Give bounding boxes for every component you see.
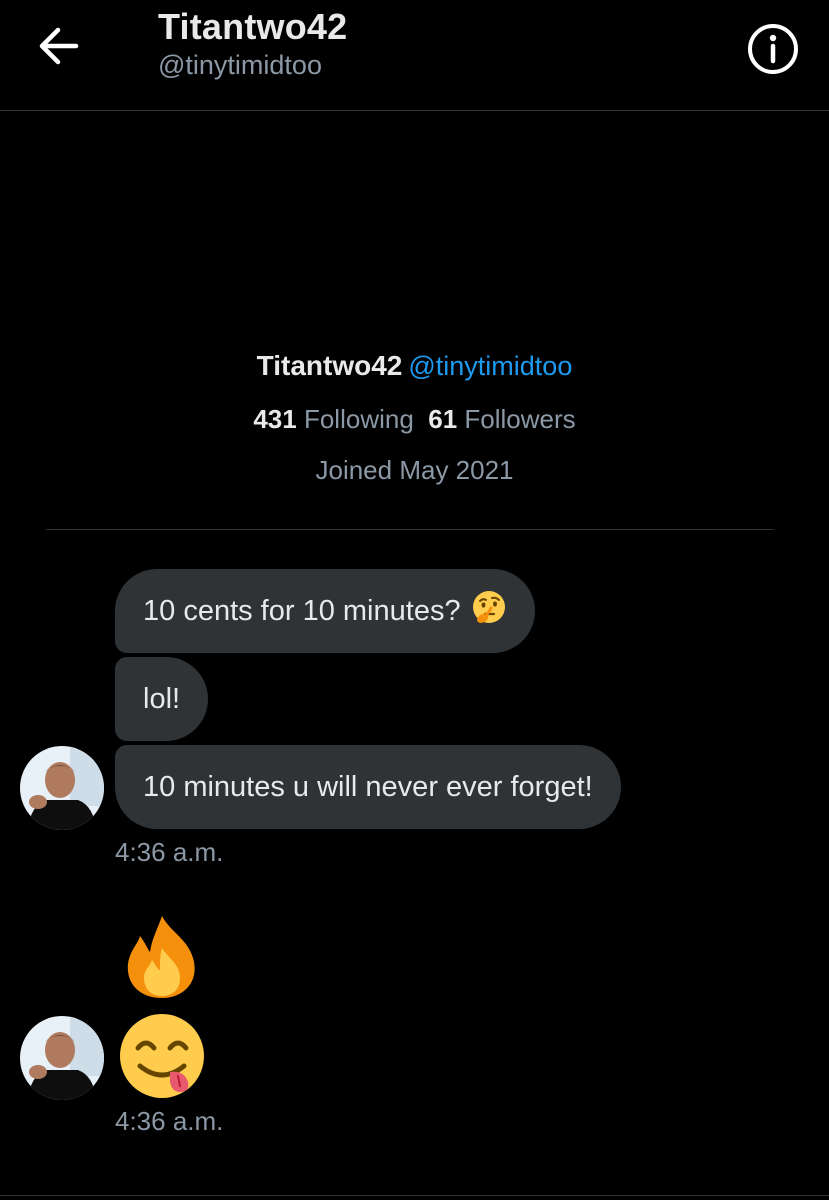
joined-date: Joined May 2021 (315, 455, 514, 485)
header-title[interactable]: Titantwo42 (158, 6, 347, 48)
following-count: 431 (253, 404, 297, 434)
header-handle: @tinytimidtoo (158, 50, 322, 80)
profile-name[interactable]: Titantwo42 (257, 350, 403, 381)
message-bubble[interactable]: 10 cents for 10 minutes? (115, 569, 535, 653)
message-text: lol! (143, 682, 181, 715)
message-timestamp: 4:36 a.m. (115, 1106, 224, 1136)
info-button[interactable] (746, 22, 800, 76)
back-button[interactable] (30, 22, 86, 70)
message-bubble[interactable]: 10 minutes u will never ever forget! (115, 745, 621, 829)
fire-icon[interactable] (118, 914, 206, 1005)
following-stat[interactable]: 431 Following (253, 404, 413, 434)
thinking-face-icon (471, 589, 507, 633)
divider (0, 1195, 829, 1196)
face-savoring-food-icon[interactable] (118, 1012, 206, 1105)
following-label: Following (303, 404, 414, 434)
followers-stat[interactable]: 61 Followers (428, 404, 575, 434)
message-timestamp: 4:36 a.m. (115, 837, 224, 867)
avatar-image (20, 746, 104, 830)
followers-label: Followers (464, 404, 576, 434)
profile-handle[interactable]: @tinytimidtoo (408, 351, 572, 381)
message-bubble[interactable]: lol! (115, 657, 209, 741)
profile-summary: Titantwo42 @tinytimidtoo 431 Following 61… (0, 350, 829, 486)
info-icon (748, 24, 798, 74)
avatar-image (20, 1016, 104, 1100)
avatar[interactable] (20, 746, 104, 830)
divider (46, 529, 774, 530)
conversation-header: Titantwo42 @tinytimidtoo (0, 0, 829, 111)
avatar[interactable] (20, 1016, 104, 1100)
followers-count: 61 (428, 404, 458, 434)
arrow-left-icon (39, 27, 79, 65)
message-text: 10 minutes u will never ever forget! (143, 770, 593, 803)
message-text: 10 cents for 10 minutes? (143, 594, 461, 627)
